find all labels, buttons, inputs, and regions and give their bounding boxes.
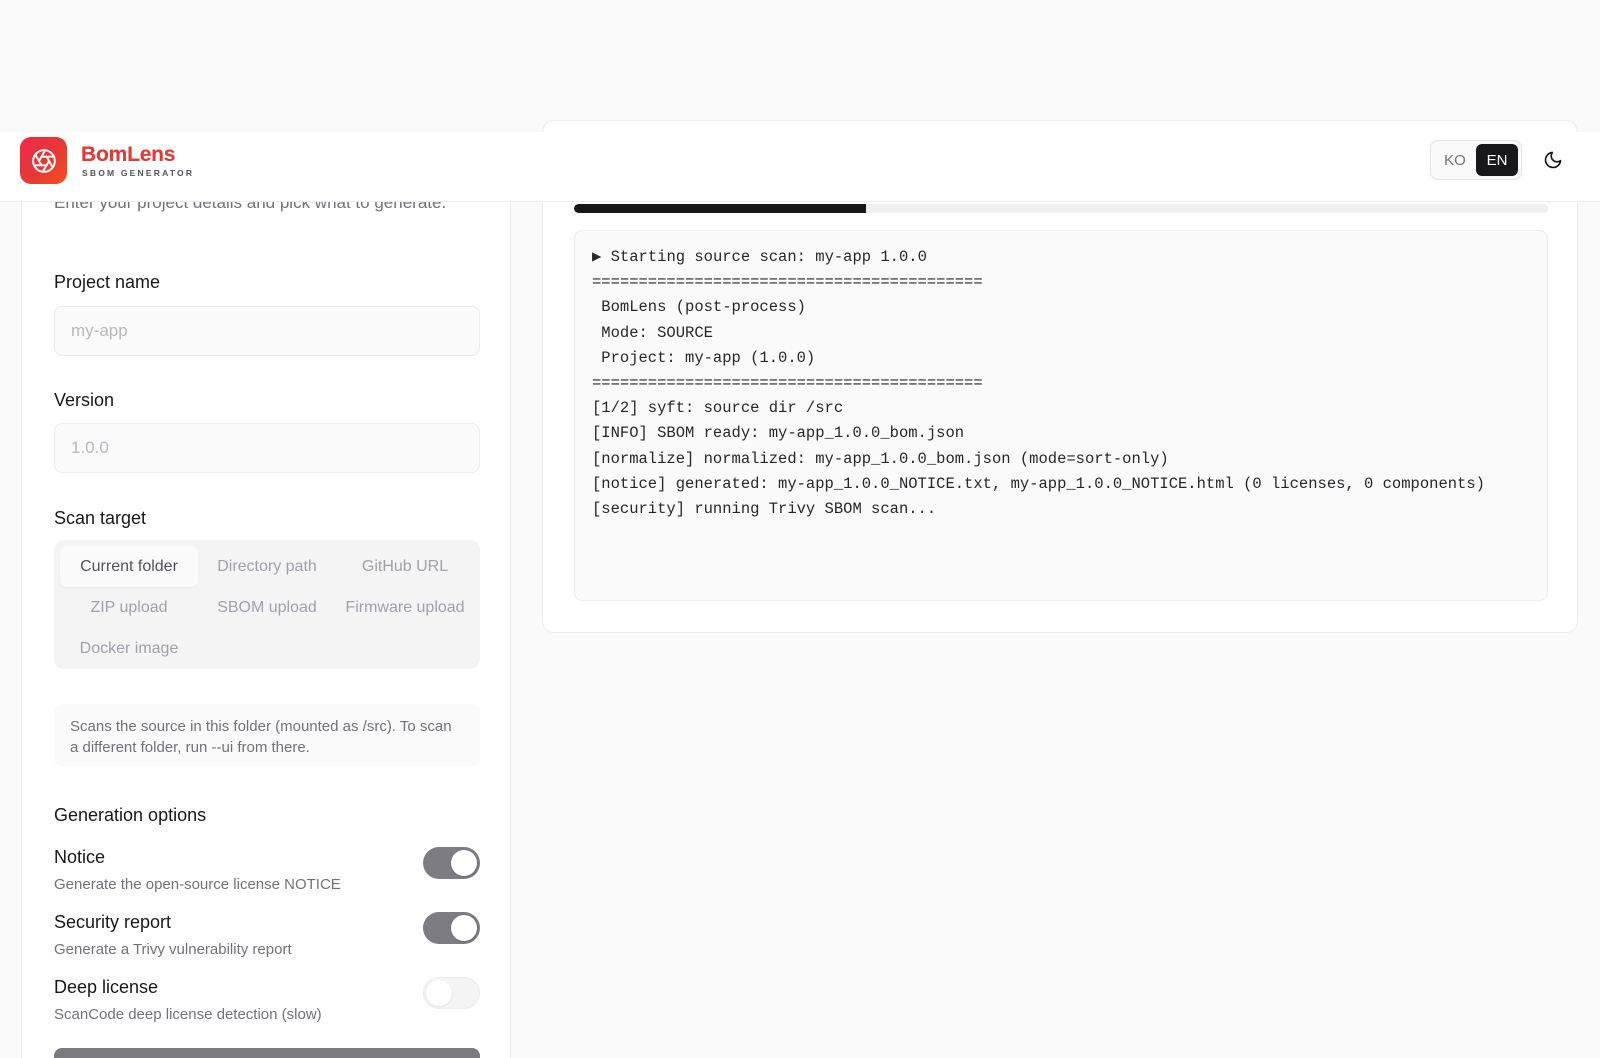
app-header: BomLens SBOM GENERATOR KO EN bbox=[0, 132, 1600, 202]
log-line: Mode: SOURCE bbox=[592, 323, 713, 342]
form-panel: Enter your project details and pick what… bbox=[21, 202, 511, 1058]
log-line: [security] running Trivy SBOM scan... bbox=[592, 500, 937, 519]
log-line: ========================================… bbox=[592, 273, 983, 292]
scan-target-firmware-upload[interactable]: Firmware upload bbox=[336, 587, 474, 628]
log-line: [notice] generated: my-app_1.0.0_NOTICE.… bbox=[592, 474, 1485, 493]
option-security-title: Security report bbox=[54, 912, 172, 932]
security-report-toggle[interactable] bbox=[423, 912, 480, 944]
moon-icon bbox=[1544, 151, 1562, 169]
scan-target-zip-upload[interactable]: ZIP upload bbox=[60, 587, 198, 628]
lang-en-button[interactable]: EN bbox=[1476, 144, 1518, 176]
log-line: [normalize] normalized: my-app_1.0.0_bom… bbox=[592, 449, 1169, 468]
aperture-icon bbox=[20, 137, 67, 184]
option-deep-license: Deep license ScanCode deep license detec… bbox=[54, 977, 480, 1032]
scan-target-label: Scan target bbox=[54, 508, 147, 528]
scan-target-current-folder[interactable]: Current folder bbox=[60, 546, 198, 587]
project-name-input[interactable] bbox=[54, 306, 480, 356]
deep-license-toggle[interactable] bbox=[423, 977, 480, 1009]
progress-bar bbox=[574, 204, 1548, 213]
brand-subtitle: SBOM GENERATOR bbox=[82, 168, 195, 178]
option-security-desc: Generate a Trivy vulnerability report bbox=[54, 941, 292, 958]
option-deep-license-desc: ScanCode deep license detection (slow) bbox=[54, 1006, 322, 1023]
version-label: Version bbox=[54, 390, 115, 410]
lang-ko-button[interactable]: KO bbox=[1434, 144, 1476, 176]
theme-toggle-button[interactable] bbox=[1537, 144, 1569, 176]
log-output[interactable]: ▶ Starting source scan: my-app 1.0.0 ====… bbox=[574, 230, 1548, 601]
generate-button[interactable] bbox=[54, 1048, 480, 1058]
generation-options-title: Generation options bbox=[54, 805, 207, 825]
log-line: Project: my-app (1.0.0) bbox=[592, 348, 816, 367]
option-deep-license-title: Deep license bbox=[54, 977, 159, 997]
scan-target-selector: Current folder Directory path GitHub URL… bbox=[54, 540, 480, 669]
language-switcher: KO EN bbox=[1430, 140, 1522, 180]
log-line: [1/2] syft: source dir /src bbox=[592, 399, 844, 418]
log-line: BomLens (post-process) bbox=[592, 298, 806, 317]
scan-target-hint: Scans the source in this folder (mounted… bbox=[54, 704, 480, 766]
notice-toggle[interactable] bbox=[423, 847, 480, 879]
form-intro: Enter your project details and pick what… bbox=[54, 202, 447, 212]
version-input[interactable] bbox=[54, 423, 480, 473]
scan-target-github-url[interactable]: GitHub URL bbox=[336, 546, 474, 587]
log-line: [INFO] SBOM ready: my-app_1.0.0_bom.json bbox=[592, 424, 965, 443]
option-notice-title: Notice bbox=[54, 847, 106, 867]
toggle-knob bbox=[426, 980, 452, 1006]
log-line: ========================================… bbox=[592, 374, 983, 393]
progress-fill bbox=[574, 204, 867, 213]
scan-target-docker-image[interactable]: Docker image bbox=[60, 628, 198, 669]
scan-target-sbom-upload[interactable]: SBOM upload bbox=[198, 587, 336, 628]
toggle-knob bbox=[451, 915, 477, 941]
option-notice: Notice Generate the open-source license … bbox=[54, 847, 480, 902]
project-name-label: Project name bbox=[54, 272, 161, 292]
brand-name: BomLens bbox=[81, 143, 176, 166]
option-notice-desc: Generate the open-source license NOTICE bbox=[54, 876, 341, 893]
option-security-report: Security report Generate a Trivy vulnera… bbox=[54, 912, 480, 967]
top-band bbox=[0, 0, 1600, 132]
scan-target-directory-path[interactable]: Directory path bbox=[198, 546, 336, 587]
log-line: ▶ Starting source scan: my-app 1.0.0 bbox=[592, 248, 927, 266]
toggle-knob bbox=[451, 850, 477, 876]
